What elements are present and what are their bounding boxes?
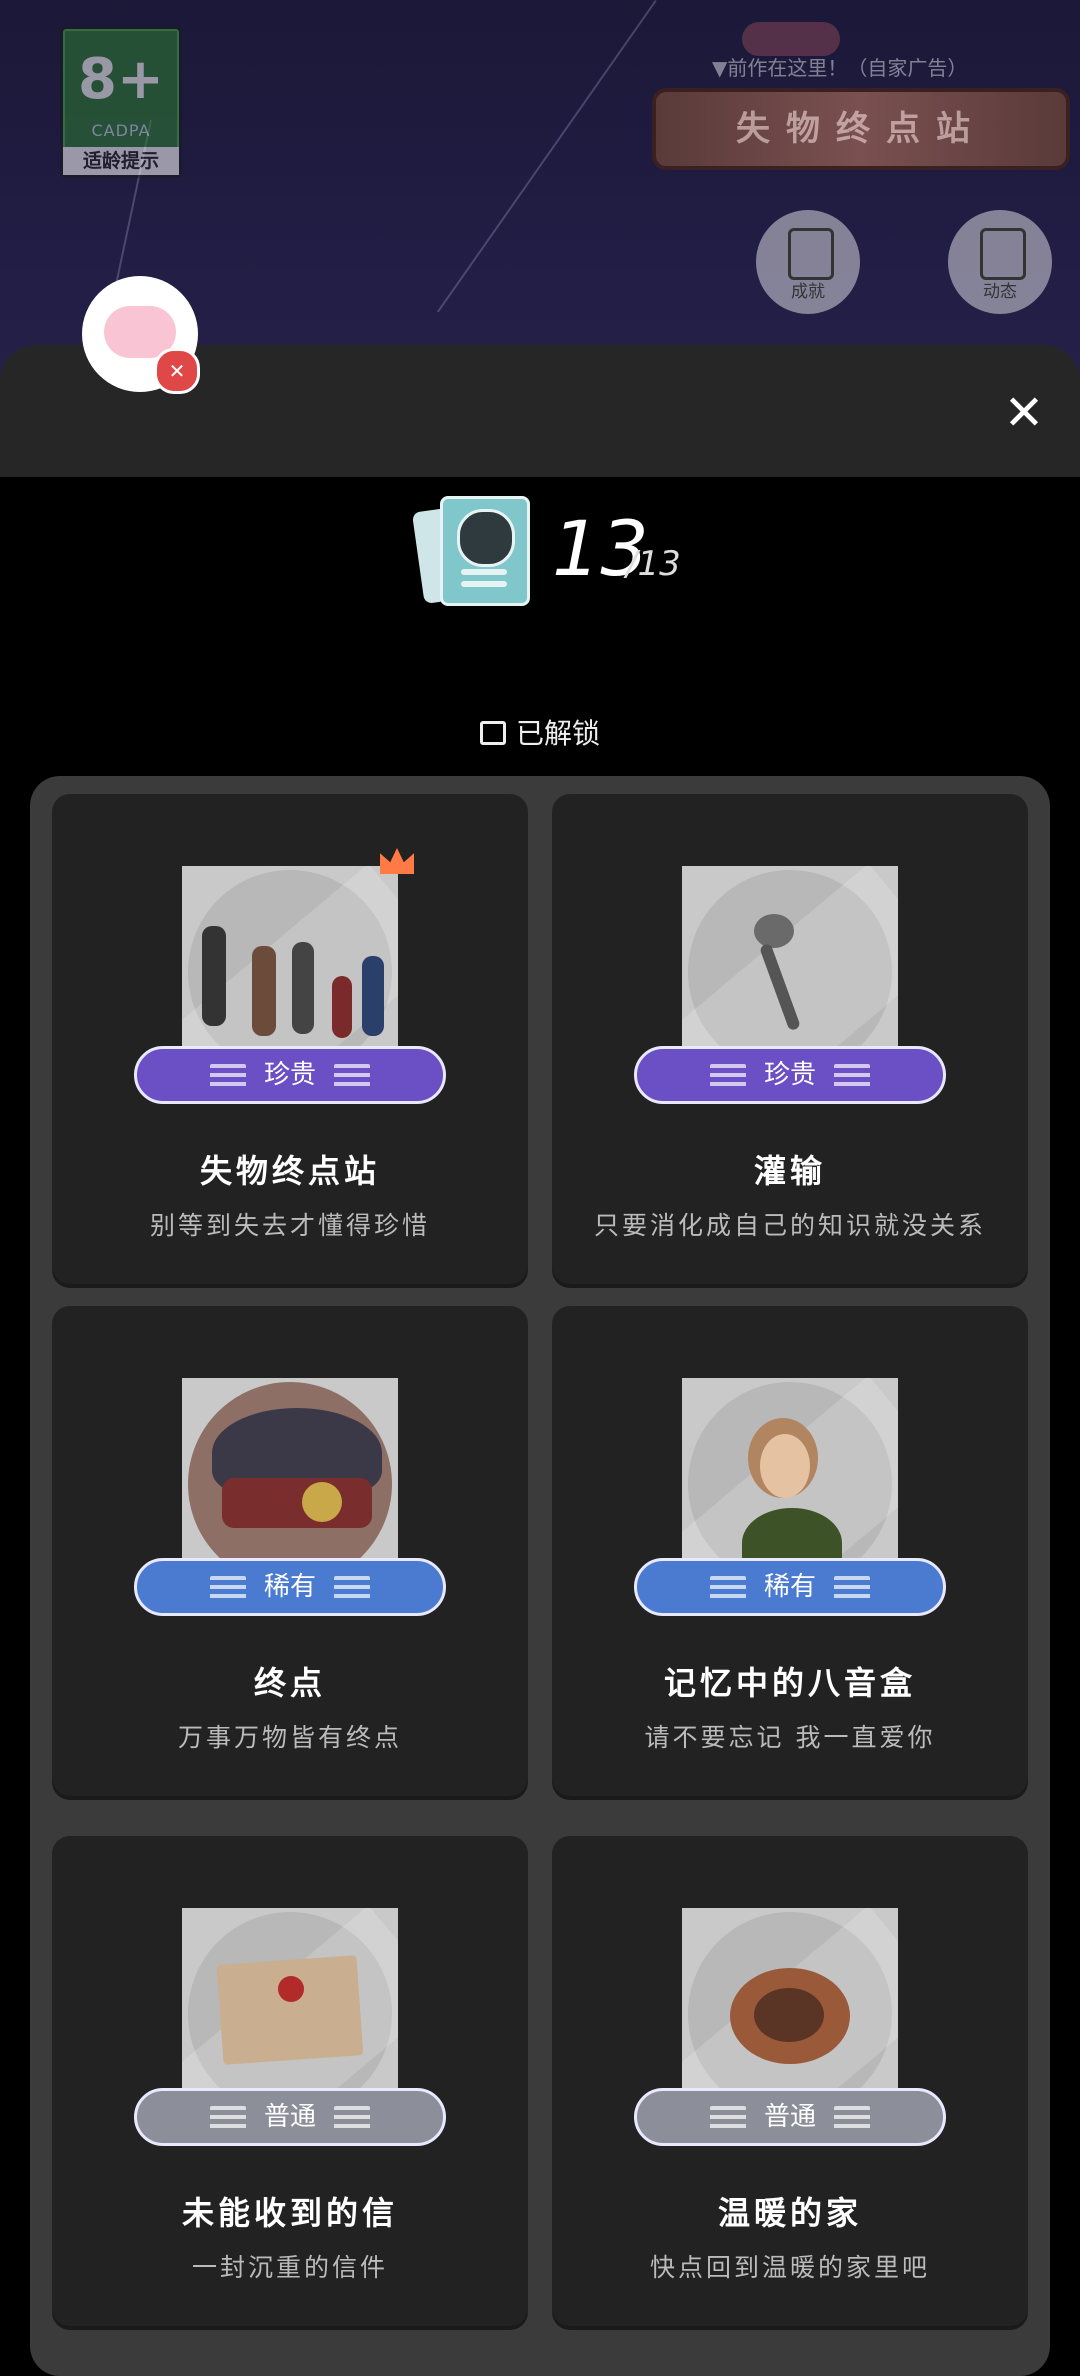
rarity-tag: 珍贵: [634, 1046, 946, 1104]
feed-icon: [980, 228, 1026, 280]
item-title: 失物终点站: [199, 1152, 380, 1190]
item-description: 只要消化成自己的知识就没关系: [593, 1211, 986, 1240]
age-rating-badge: 8+ CADPA 适龄提示: [60, 26, 182, 178]
rarity-tag: 普通: [634, 2088, 946, 2146]
item-description: 别等到失去才懂得珍惜: [149, 1211, 430, 1240]
item-title: 灌输: [753, 1152, 826, 1190]
achievement-label: 成就: [791, 282, 825, 302]
total-count: /13: [626, 544, 681, 584]
unlocked-section-title: 已解锁: [0, 712, 1080, 752]
age-rating-tip: 适龄提示: [63, 147, 179, 175]
item-title: 温暖的家: [717, 2194, 862, 2232]
item-image-music-box: [682, 1378, 898, 1558]
collection-card-5[interactable]: 普通 未能收到的信 一封沉重的信件: [52, 1836, 528, 2326]
age-rating-org: CADPA: [91, 121, 151, 140]
close-icon[interactable]: ✕: [998, 387, 1050, 439]
floating-avatar[interactable]: ✕: [82, 276, 200, 394]
item-image-key: [682, 866, 898, 1046]
light-streak: [437, 0, 657, 313]
collection-card-4[interactable]: 稀有 记忆中的八音盒 请不要忘记 我一直爱你: [552, 1306, 1028, 1796]
achievement-icon: [788, 228, 834, 280]
item-image-letter: [182, 1908, 398, 2088]
feed-label: 动态: [983, 282, 1017, 302]
collection-card-6[interactable]: 普通 温暖的家 快点回到温暖的家里吧: [552, 1836, 1028, 2326]
mic-muted-icon[interactable]: ✕: [154, 348, 200, 394]
collection-card-1[interactable]: 珍贵 失物终点站 别等到失去才懂得珍惜: [52, 794, 528, 1284]
collection-card-2[interactable]: 珍贵 灌输 只要消化成自己的知识就没关系: [552, 794, 1028, 1284]
rarity-tag: 稀有: [634, 1558, 946, 1616]
achievement-button[interactable]: 成就: [756, 210, 860, 314]
ad-banner-button[interactable]: 失物终点站: [652, 88, 1070, 170]
collection-card-3[interactable]: 稀有 终点 万事万物皆有终点: [52, 1306, 528, 1796]
new-item-badge-icon: [380, 848, 414, 874]
ad-hint-text: ▼前作在这里！（自家广告）: [712, 56, 968, 80]
unlock-icon: [479, 721, 506, 745]
rarity-tag: 稀有: [134, 1558, 446, 1616]
item-title: 记忆中的八音盒: [663, 1664, 916, 1702]
item-image-warm-home: [682, 1908, 898, 2088]
collection-cards-icon: [411, 496, 530, 606]
collection-panel: 珍贵 失物终点站 别等到失去才懂得珍惜 珍贵 灌输 只要消化成自己的知识就没关系: [30, 776, 1050, 2376]
collection-counter: 13 /13: [0, 490, 1080, 610]
rarity-tag: 普通: [134, 2088, 446, 2146]
item-image-lost-and-found: [182, 866, 398, 1046]
unlocked-label: 已解锁: [515, 717, 600, 750]
feed-button[interactable]: 动态: [948, 210, 1052, 314]
item-title: 终点: [253, 1664, 326, 1702]
item-description: 万事万物皆有终点: [177, 1723, 402, 1752]
rarity-tag: 珍贵: [134, 1046, 446, 1104]
age-rating: 8+: [78, 47, 164, 112]
item-description: 请不要忘记 我一直爱你: [644, 1723, 936, 1752]
ad-label-pill: [742, 22, 840, 56]
item-description: 一封沉重的信件: [191, 2253, 388, 2282]
item-title: 未能收到的信: [181, 2194, 398, 2232]
item-image-conductor-cap: [182, 1378, 398, 1558]
item-description: 快点回到温暖的家里吧: [649, 2253, 930, 2282]
